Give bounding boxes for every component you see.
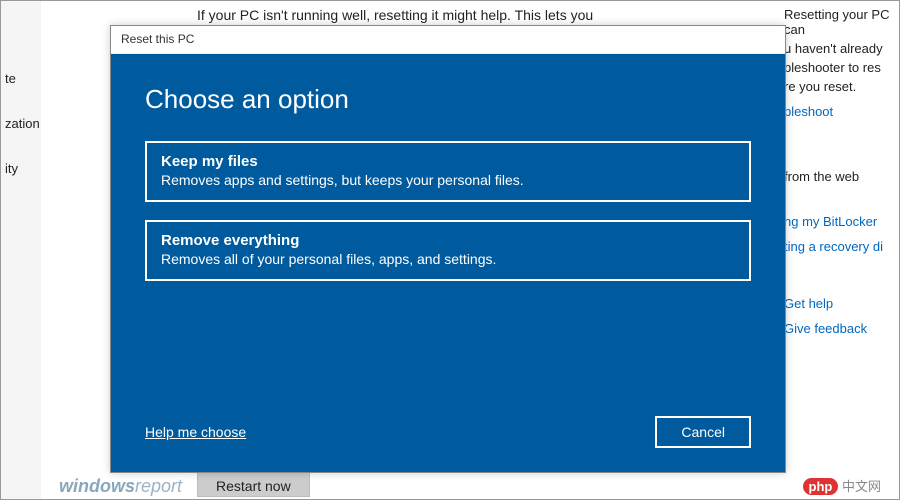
- reset-description: If your PC isn't running well, resetting…: [197, 7, 717, 23]
- bitlocker-link[interactable]: ng my BitLocker: [784, 214, 899, 229]
- help-me-choose-link[interactable]: Help me choose: [145, 424, 246, 440]
- watermark-phpcn: php 中文网: [803, 476, 881, 495]
- cancel-button[interactable]: Cancel: [655, 416, 751, 448]
- sidebar-fragment: ity: [1, 155, 41, 182]
- option-description: Removes all of your personal files, apps…: [161, 251, 735, 267]
- restart-now-button[interactable]: Restart now: [197, 471, 310, 497]
- option-title: Keep my files: [161, 153, 735, 170]
- recovery-link[interactable]: ting a recovery di: [784, 239, 899, 254]
- troubleshoot-link[interactable]: bleshoot: [784, 104, 899, 119]
- dialog-title: Reset this PC: [111, 26, 785, 54]
- dialog-heading: Choose an option: [145, 84, 751, 115]
- settings-sidebar: te zation ity: [1, 1, 41, 499]
- option-remove-everything[interactable]: Remove everything Removes all of your pe…: [145, 220, 751, 281]
- right-text: re you reset.: [784, 79, 899, 94]
- give-feedback-link[interactable]: Give feedback: [784, 321, 899, 336]
- right-text: u haven't already: [784, 41, 899, 56]
- option-keep-my-files[interactable]: Keep my files Removes apps and settings,…: [145, 141, 751, 202]
- dialog-body: Choose an option Keep my files Removes a…: [111, 54, 785, 472]
- option-description: Removes apps and settings, but keeps you…: [161, 172, 735, 188]
- dialog-footer: Help me choose Cancel: [145, 416, 751, 448]
- sidebar-fragment: te: [1, 65, 41, 92]
- right-text: from the web: [784, 169, 899, 184]
- watermark-windowsreport: windowsreport: [59, 476, 182, 497]
- get-help-link[interactable]: Get help: [784, 296, 899, 311]
- right-text: Resetting your PC can: [784, 7, 899, 37]
- settings-right-panel: Resetting your PC can u haven't already …: [784, 7, 899, 336]
- reset-pc-dialog: Reset this PC Choose an option Keep my f…: [110, 25, 786, 473]
- sidebar-fragment: zation: [1, 110, 41, 137]
- option-title: Remove everything: [161, 232, 735, 249]
- right-text: bleshooter to res: [784, 60, 899, 75]
